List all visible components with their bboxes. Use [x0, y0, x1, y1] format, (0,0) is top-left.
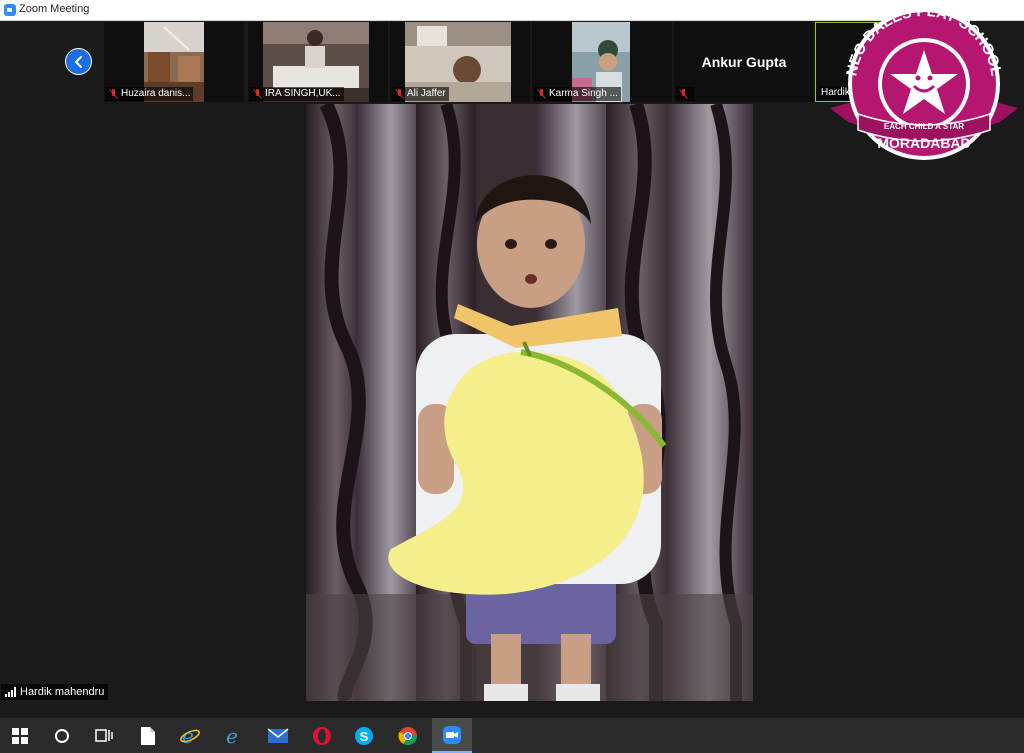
participant-name: Huzaira danis...	[121, 88, 191, 99]
zoom-app-icon	[4, 4, 16, 16]
zoom-icon[interactable]	[432, 718, 472, 753]
school-logo: NEO DALES PLAY SCHOOL EACH CHILD A STAR …	[830, 6, 1018, 160]
edge-icon[interactable]: e	[214, 718, 254, 753]
participant-tile-2[interactable]: IRA SINGH,UK...	[248, 22, 388, 102]
participant-name-bar	[676, 87, 694, 101]
participant-name: Karma Singh ...	[549, 88, 618, 99]
active-speaker-video	[306, 104, 753, 701]
window-title: Zoom Meeting	[19, 3, 90, 15]
participant-tile-4[interactable]: Karma Singh ...	[532, 22, 672, 102]
participant-name-bar: Ali Jaffer	[392, 87, 449, 101]
mic-muted-icon	[537, 89, 546, 99]
participant-name: IRA SINGH,UK...	[265, 88, 341, 99]
speaker-video-frame	[306, 104, 753, 701]
file-icon[interactable]	[128, 718, 168, 753]
windows-start-icon[interactable]	[0, 718, 40, 753]
svg-text:S: S	[360, 729, 369, 744]
logo-ribbon-text: EACH CHILD A STAR	[884, 122, 964, 131]
participant-name-bar: Huzaira danis...	[106, 87, 194, 101]
participant-name: Ali Jaffer	[407, 88, 446, 99]
mic-muted-icon	[395, 89, 404, 99]
participant-name-bar: Karma Singh ...	[534, 87, 621, 101]
windows-taskbar: e e S	[0, 718, 1024, 753]
previous-page-button[interactable]	[65, 48, 92, 75]
participant-name-bar: IRA SINGH,UK...	[250, 87, 344, 101]
participant-tile-3[interactable]: Ali Jaffer	[390, 22, 530, 102]
speaker-name: Hardik mahendru	[20, 686, 105, 698]
participant-tile-5[interactable]: Ankur Gupta	[674, 22, 814, 102]
chevron-left-icon	[75, 56, 82, 68]
svg-text:e: e	[226, 726, 238, 746]
mail-icon[interactable]	[258, 718, 298, 753]
ie-icon[interactable]: e	[170, 718, 210, 753]
logo-bottom-text: MORADABAD	[877, 135, 970, 151]
opera-icon[interactable]	[302, 718, 342, 753]
skype-icon[interactable]: S	[344, 718, 384, 753]
mic-muted-icon	[679, 89, 688, 99]
participant-name: Ankur Gupta	[701, 54, 787, 70]
mic-muted-icon	[253, 89, 262, 99]
task-view-icon[interactable]	[84, 718, 124, 753]
speaker-status-label: Hardik mahendru	[1, 684, 109, 700]
chrome-icon[interactable]	[388, 718, 428, 753]
participant-tile-1[interactable]: Huzaira danis...	[104, 22, 244, 102]
mic-muted-icon	[109, 89, 118, 99]
connection-signal-icon	[5, 687, 16, 697]
cortana-search-icon[interactable]	[42, 718, 82, 753]
